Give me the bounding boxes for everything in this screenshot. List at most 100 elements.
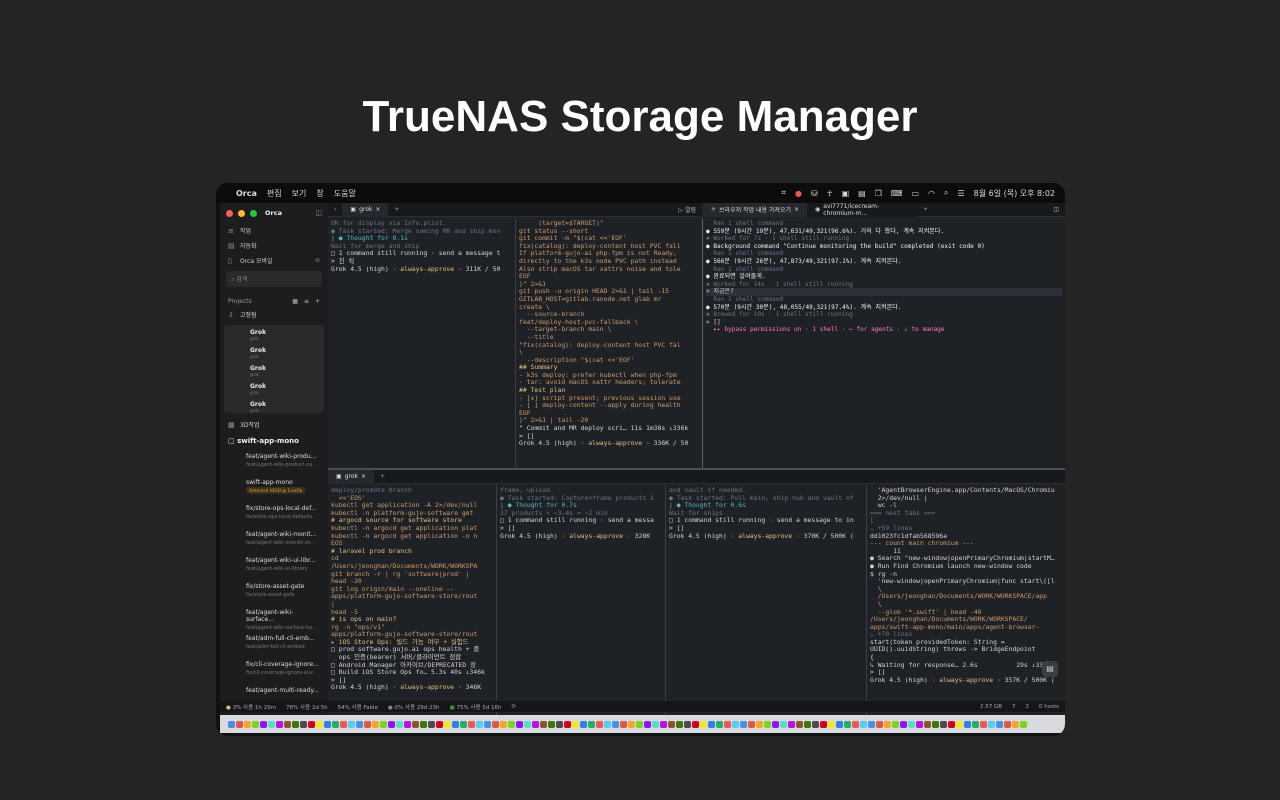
- dock-app-icon[interactable]: [748, 720, 755, 728]
- pinned-item[interactable]: Grok grok: [232, 327, 316, 345]
- dock-app-icon[interactable]: [452, 720, 459, 728]
- dock-app-icon[interactable]: [956, 720, 963, 728]
- zoom-button[interactable]: [250, 209, 257, 217]
- dock-app-icon[interactable]: [484, 720, 491, 728]
- dock-app-icon[interactable]: [668, 720, 675, 728]
- dock-app-icon[interactable]: [724, 720, 731, 728]
- dock-app-icon[interactable]: [316, 720, 323, 728]
- terminal-pane-bottom-2[interactable]: frame, upload. ● Task started: Capture+fr…: [497, 485, 665, 715]
- binoculars-icon[interactable]: ⛁: [811, 189, 818, 198]
- menu-edit[interactable]: 편집: [267, 188, 282, 199]
- dock-app-icon[interactable]: [692, 720, 699, 728]
- dock-app-icon[interactable]: [812, 720, 819, 728]
- dock-app-icon[interactable]: [716, 720, 723, 728]
- close-button[interactable]: [226, 209, 233, 217]
- accessibility-icon[interactable]: ☥: [827, 189, 833, 198]
- dock-app-icon[interactable]: [1020, 720, 1027, 728]
- dock-app-icon[interactable]: [924, 720, 931, 728]
- dock-app-icon[interactable]: [412, 720, 419, 728]
- dock-app-icon[interactable]: [708, 720, 715, 728]
- dock-app-icon[interactable]: [332, 720, 339, 728]
- refresh-icon[interactable]: ⟳: [512, 704, 517, 710]
- dock-app-icon[interactable]: [836, 720, 843, 728]
- dock-app-icon[interactable]: [844, 720, 851, 728]
- dock-app-icon[interactable]: [676, 720, 683, 728]
- screen-record-icon[interactable]: ⌗: [781, 188, 786, 198]
- dock-app-icon[interactable]: [580, 720, 587, 728]
- dock-app-icon[interactable]: [300, 720, 307, 728]
- dock-app-icon[interactable]: [268, 720, 275, 728]
- dock-app-icon[interactable]: [684, 720, 691, 728]
- dock-app-icon[interactable]: [764, 720, 771, 728]
- keyboard-icon[interactable]: ⌨: [891, 189, 903, 198]
- sidebar-item-automation[interactable]: ▤ 자동화: [220, 238, 328, 253]
- dock-app-icon[interactable]: [908, 720, 915, 728]
- dock-app-icon[interactable]: [244, 720, 251, 728]
- dock-app-icon[interactable]: [644, 720, 651, 728]
- pinned-item[interactable]: Grok grok: [232, 399, 316, 417]
- split-view-icon[interactable]: ◫: [1053, 206, 1065, 213]
- dock-app-icon[interactable]: [292, 720, 299, 728]
- dock-app-icon[interactable]: [260, 720, 267, 728]
- dock-app-icon[interactable]: [396, 720, 403, 728]
- tab-grok[interactable]: ▣ grok ×: [342, 203, 389, 217]
- dock-app-icon[interactable]: [524, 720, 531, 728]
- worktree-item[interactable]: fix/store-ops-local-def... fix/store-ops-…: [220, 502, 328, 528]
- nav-back-icon[interactable]: ‹: [328, 206, 342, 213]
- dock-app-icon[interactable]: [980, 720, 987, 728]
- sidebar-search-input[interactable]: ⌕ 검색: [226, 271, 322, 287]
- dock-app-icon[interactable]: [572, 720, 579, 728]
- search-icon[interactable]: ⌕: [944, 188, 948, 198]
- dock-app-icon[interactable]: [788, 720, 795, 728]
- dock-app-icon[interactable]: [916, 720, 923, 728]
- worktree-item[interactable]: fix/store-asset-gate fix/store-asset-gate: [220, 580, 328, 606]
- pinned-item[interactable]: Grok grok: [232, 345, 316, 363]
- battery-icon[interactable]: ▭: [911, 189, 919, 198]
- new-tab-button[interactable]: +: [917, 206, 934, 213]
- dock-app-icon[interactable]: [1012, 720, 1019, 728]
- worktree-item[interactable]: feat/agent-wiki-produ... feat/agent-wiki-…: [220, 450, 328, 476]
- close-icon[interactable]: ×: [361, 473, 366, 480]
- close-icon[interactable]: ×: [794, 206, 799, 213]
- pinned-item[interactable]: Grok grok: [232, 381, 316, 399]
- windows-icon[interactable]: ❐: [875, 189, 882, 198]
- new-tab-button[interactable]: +: [388, 206, 405, 213]
- dock-app-icon[interactable]: [532, 720, 539, 728]
- menubar-clock[interactable]: 8월 6일 (목) 오후 8:02: [974, 188, 1055, 199]
- dock-app-icon[interactable]: [796, 720, 803, 728]
- add-project-icon[interactable]: +: [315, 298, 320, 305]
- clipboard-icon[interactable]: ▤: [858, 189, 866, 198]
- dock-app-icon[interactable]: [284, 720, 291, 728]
- display-icon[interactable]: ▣: [842, 189, 850, 198]
- dock-app-icon[interactable]: [964, 720, 971, 728]
- dock-app-icon[interactable]: [636, 720, 643, 728]
- dock-app-icon[interactable]: [540, 720, 547, 728]
- dock-app-icon[interactable]: [900, 720, 907, 728]
- dock-app-icon[interactable]: [508, 720, 515, 728]
- dock-app-icon[interactable]: [500, 720, 507, 728]
- dock-app-icon[interactable]: [820, 720, 827, 728]
- dock-app-icon[interactable]: [324, 720, 331, 728]
- dock-app-icon[interactable]: [236, 720, 243, 728]
- pinned-item[interactable]: Grok grok: [232, 363, 316, 381]
- sidebar-toggle-icon[interactable]: ◫: [315, 209, 322, 217]
- dock-app-icon[interactable]: [876, 720, 883, 728]
- dock-app-icon[interactable]: [444, 720, 451, 728]
- dock-app-icon[interactable]: [276, 720, 283, 728]
- tab-github[interactable]: ◉ avi7771/icecream-chromium-m...: [807, 203, 918, 217]
- dock-app-icon[interactable]: [228, 720, 235, 728]
- dock-app-icon[interactable]: [804, 720, 811, 728]
- menu-help[interactable]: 도움말: [334, 188, 356, 199]
- menu-view[interactable]: 보기: [292, 188, 307, 199]
- dock-app-icon[interactable]: [996, 720, 1003, 728]
- dock-app-icon[interactable]: [556, 720, 563, 728]
- dock-app-icon[interactable]: [948, 720, 955, 728]
- worktree-item[interactable]: fix/cli-coverage-ignore... fix/cli-covera…: [220, 658, 328, 684]
- dock-app-icon[interactable]: [700, 720, 707, 728]
- dock-app-icon[interactable]: [548, 720, 555, 728]
- dock-app-icon[interactable]: [436, 720, 443, 728]
- sidebar-item-mobile[interactable]: ▯ Orca 모바일 ⊘: [220, 253, 328, 268]
- dock-app-icon[interactable]: [612, 720, 619, 728]
- new-tab-button[interactable]: +: [374, 473, 391, 480]
- dock-app-icon[interactable]: [468, 720, 475, 728]
